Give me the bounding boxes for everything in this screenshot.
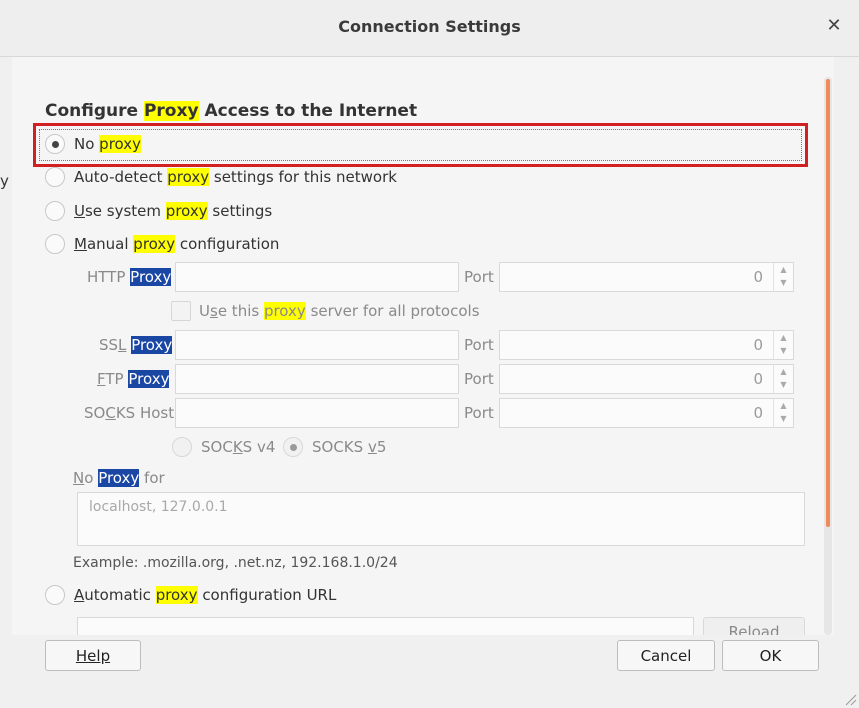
reload-button[interactable]: Reload	[703, 617, 805, 635]
focus-highlight-box	[33, 123, 808, 167]
socks-host-input[interactable]	[175, 398, 459, 428]
radio-button[interactable]	[45, 234, 65, 254]
radio-button[interactable]	[45, 585, 65, 605]
dialog-title: Connection Settings	[338, 17, 521, 36]
ok-button[interactable]: OK	[722, 640, 819, 671]
ftp-proxy-input[interactable]	[175, 364, 459, 394]
radio-no-proxy[interactable]: No proxy	[45, 134, 142, 154]
stepper-arrows-icon[interactable]: ▲ ▼	[773, 399, 793, 427]
radio-socks-v5[interactable]: SOCKS v5	[283, 437, 386, 457]
scrollbar[interactable]	[824, 77, 832, 635]
socks-port-label: Port	[464, 404, 494, 422]
http-proxy-input[interactable]	[175, 262, 459, 292]
http-port-value: 0	[753, 268, 763, 286]
ftp-port-value: 0	[753, 370, 763, 388]
stepper-arrows-icon[interactable]: ▲ ▼	[773, 365, 793, 393]
backdrop-fragment: y	[0, 172, 9, 190]
ftp-proxy-label: FTP Proxy	[97, 370, 170, 388]
http-proxy-label: HTTP Proxy	[87, 268, 172, 286]
radio-button[interactable]	[283, 437, 303, 457]
radio-system-proxy-label: Use system proxy settings	[74, 202, 273, 220]
radio-no-proxy-label: No proxy	[74, 135, 142, 153]
radio-socks-v4[interactable]: SOCKS v4	[172, 437, 275, 457]
no-proxy-for-placeholder: localhost, 127.0.0.1	[89, 499, 228, 515]
radio-auto-detect[interactable]: Auto-detect proxy settings for this netw…	[45, 167, 397, 187]
ftp-port-stepper[interactable]: 0 ▲ ▼	[499, 364, 794, 394]
radio-button[interactable]	[45, 201, 65, 221]
radio-button[interactable]	[172, 437, 192, 457]
socks-host-label: SOCKS Host	[84, 404, 175, 422]
ssl-port-label: Port	[464, 336, 494, 354]
scrollbar-thumb[interactable]	[826, 79, 830, 527]
radio-manual-proxy-label: Manual proxy configuration	[74, 235, 280, 253]
cancel-button[interactable]: Cancel	[617, 640, 715, 671]
stepper-arrows-icon[interactable]: ▲ ▼	[773, 331, 793, 359]
radio-system-proxy[interactable]: Use system proxy settings	[45, 201, 272, 221]
use-for-all-label: Use this proxy server for all protocols	[199, 302, 480, 320]
ssl-proxy-input[interactable]	[175, 330, 459, 360]
http-port-stepper[interactable]: 0 ▲ ▼	[499, 262, 794, 292]
radio-socks-v5-label: SOCKS v5	[312, 438, 387, 456]
ssl-port-value: 0	[753, 336, 763, 354]
radio-auto-config-url[interactable]: Automatic proxy configuration URL	[45, 585, 336, 605]
resize-grip-icon[interactable]	[843, 692, 857, 706]
stepper-arrows-icon[interactable]: ▲ ▼	[773, 263, 793, 291]
help-button[interactable]: Help	[45, 640, 141, 671]
ssl-proxy-label: SSL Proxy	[99, 336, 173, 354]
dialog-content: Configure Proxy Access to the Internet N…	[12, 57, 834, 635]
ftp-port-label: Port	[464, 370, 494, 388]
example-text: Example: .mozilla.org, .net.nz, 192.168.…	[73, 555, 398, 571]
radio-button[interactable]	[45, 134, 65, 154]
no-proxy-for-textarea[interactable]: localhost, 127.0.0.1	[77, 492, 805, 546]
no-proxy-for-label: No Proxy for	[73, 469, 165, 487]
section-heading: Configure Proxy Access to the Internet	[45, 101, 418, 121]
socks-port-stepper[interactable]: 0 ▲ ▼	[499, 398, 794, 428]
http-port-label: Port	[464, 268, 494, 286]
radio-button[interactable]	[45, 167, 65, 187]
auto-config-url-input[interactable]	[77, 617, 694, 635]
ssl-port-stepper[interactable]: 0 ▲ ▼	[499, 330, 794, 360]
radio-auto-config-url-label: Automatic proxy configuration URL	[74, 586, 337, 604]
title-bar: Connection Settings ✕	[0, 0, 859, 57]
radio-socks-v4-label: SOCKS v4	[201, 438, 276, 456]
use-for-all-checkbox[interactable]	[171, 301, 191, 321]
radio-manual-proxy[interactable]: Manual proxy configuration	[45, 234, 279, 254]
socks-port-value: 0	[753, 404, 763, 422]
close-icon[interactable]: ✕	[823, 15, 845, 37]
radio-auto-detect-label: Auto-detect proxy settings for this netw…	[74, 168, 397, 186]
